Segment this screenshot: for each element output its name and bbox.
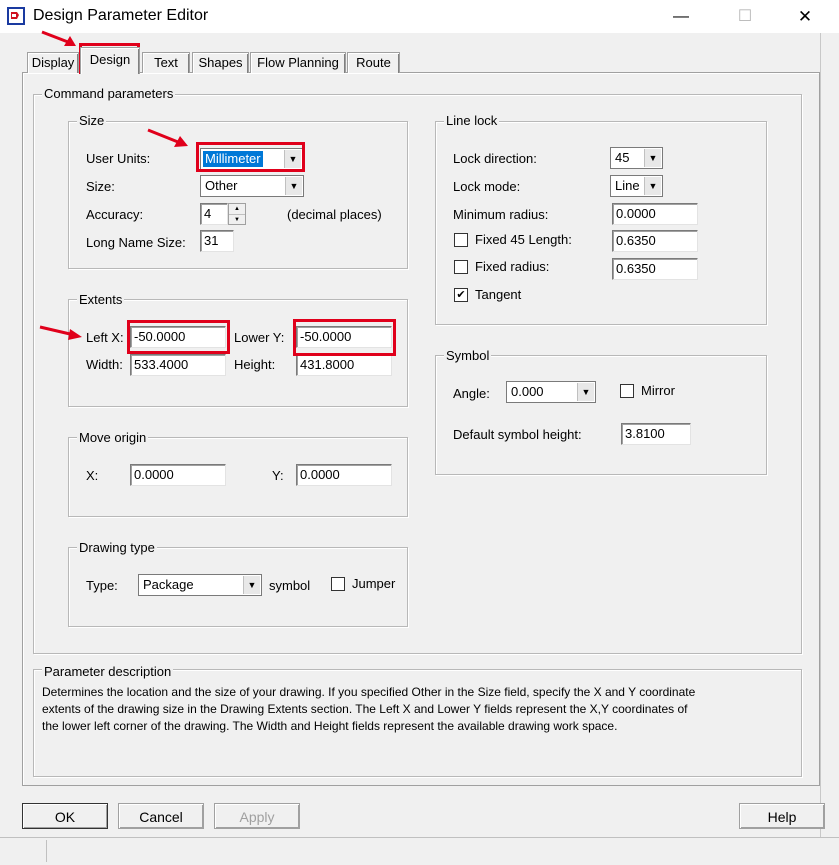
- angle-label: Angle:: [453, 386, 490, 401]
- description-line: extents of the drawing size in the Drawi…: [42, 702, 688, 716]
- chevron-down-icon[interactable]: ▼: [285, 177, 302, 195]
- drawing-type-label: Drawing type: [77, 540, 157, 555]
- status-bar: [0, 837, 839, 865]
- accuracy-label: Accuracy:: [86, 207, 144, 222]
- tab-display[interactable]: Display: [27, 52, 79, 73]
- jumper-label: Jumper: [352, 576, 396, 591]
- default-symbol-height-label: Default symbol height:: [453, 427, 582, 442]
- jumper-checkbox[interactable]: [331, 577, 345, 591]
- lock-direction-dropdown[interactable]: 45 ▼: [610, 147, 663, 169]
- symbol-suffix: symbol: [269, 578, 311, 593]
- mirror-checkbox[interactable]: [620, 384, 634, 398]
- help-button[interactable]: Help: [739, 803, 825, 829]
- chevron-down-icon[interactable]: ▼: [644, 149, 661, 167]
- accuracy-spinner[interactable]: ▲ ▼: [228, 203, 246, 225]
- chevron-down-icon[interactable]: ▼: [577, 383, 594, 401]
- origin-y-field[interactable]: 0.0000: [296, 464, 392, 486]
- apply-button[interactable]: Apply: [214, 803, 300, 829]
- tab-design[interactable]: Design: [80, 47, 140, 74]
- app-icon: [7, 7, 25, 25]
- arrow-icon: [40, 30, 80, 53]
- size-dropdown[interactable]: Other ▼: [200, 175, 304, 197]
- close-button[interactable]: ✕: [782, 0, 828, 33]
- ok-button[interactable]: OK: [22, 803, 108, 829]
- default-symbol-height-field[interactable]: 3.8100: [621, 423, 691, 445]
- user-units-label: User Units:: [86, 151, 151, 166]
- fixed-radius-field[interactable]: 0.6350: [612, 258, 698, 280]
- origin-x-label: X:: [86, 468, 99, 483]
- move-origin-label: Move origin: [77, 430, 149, 445]
- tab-route[interactable]: Route: [347, 52, 400, 73]
- scroll-strip: [820, 33, 839, 837]
- mirror-label: Mirror: [641, 383, 675, 398]
- parameter-description-label: Parameter description: [42, 664, 174, 679]
- chevron-down-icon[interactable]: ▼: [644, 177, 661, 195]
- fixed-45-length-label: Fixed 45 Length:: [475, 232, 572, 247]
- parameter-description-text: Determines the location and the size of …: [42, 684, 792, 735]
- fixed-45-length-field[interactable]: 0.6350: [612, 230, 698, 252]
- height-field[interactable]: 431.8000: [296, 354, 392, 376]
- angle-dropdown[interactable]: 0.000 ▼: [506, 381, 596, 403]
- tangent-label: Tangent: [475, 287, 522, 302]
- window-title: Design Parameter Editor: [33, 7, 209, 24]
- angle-value: 0.000: [511, 384, 544, 399]
- minimize-button[interactable]: —: [658, 0, 704, 33]
- type-label: Type:: [86, 578, 118, 593]
- description-line: Determines the location and the size of …: [42, 685, 696, 699]
- accuracy-suffix: (decimal places): [287, 207, 382, 222]
- line-lock-label: Line lock: [444, 113, 500, 128]
- size-value: Other: [205, 178, 238, 193]
- extents-group-label: Extents: [77, 292, 125, 307]
- lock-mode-dropdown[interactable]: Line ▼: [610, 175, 663, 197]
- lock-direction-value: 45: [615, 150, 630, 165]
- long-name-size-label: Long Name Size:: [86, 235, 186, 250]
- size-group-label: Size: [77, 113, 107, 128]
- tab-shapes[interactable]: Shapes: [192, 52, 249, 73]
- accuracy-field[interactable]: 4: [200, 203, 228, 225]
- size-label: Size:: [86, 179, 115, 194]
- left-x-highlight: [127, 320, 230, 354]
- lower-y-highlight: [293, 319, 396, 356]
- minimum-radius-label: Minimum radius:: [453, 207, 549, 222]
- lower-y-label: Lower Y:: [234, 330, 285, 345]
- height-label: Height:: [234, 357, 276, 372]
- symbol-group: [435, 355, 767, 475]
- fixed-radius-checkbox[interactable]: [454, 260, 468, 274]
- spin-down-icon[interactable]: ▼: [229, 215, 245, 225]
- arrow-icon: [38, 324, 84, 347]
- width-field[interactable]: 533.4000: [130, 354, 226, 376]
- minimum-radius-field[interactable]: 0.0000: [612, 203, 698, 225]
- command-parameters-label: Command parameters: [42, 86, 176, 101]
- fixed-45-length-checkbox[interactable]: [454, 233, 468, 247]
- tab-text[interactable]: Text: [142, 52, 190, 73]
- fixed-radius-label: Fixed radius:: [475, 259, 550, 274]
- width-label: Width:: [86, 357, 123, 372]
- lock-mode-label: Lock mode:: [453, 179, 521, 194]
- chevron-down-icon[interactable]: ▼: [243, 576, 260, 594]
- lock-direction-label: Lock direction:: [453, 151, 537, 166]
- symbol-group-label: Symbol: [444, 348, 492, 363]
- maximize-button[interactable]: ☐: [722, 0, 768, 33]
- description-line: the lower left corner of the drawing. Th…: [42, 719, 618, 733]
- origin-x-field[interactable]: 0.0000: [130, 464, 226, 486]
- cancel-button[interactable]: Cancel: [118, 803, 204, 829]
- lock-mode-value: Line: [615, 178, 640, 193]
- type-dropdown[interactable]: Package ▼: [138, 574, 262, 596]
- origin-y-label: Y:: [272, 468, 284, 483]
- left-x-label: Left X:: [86, 330, 124, 345]
- status-separator: [46, 840, 47, 862]
- tangent-checkbox[interactable]: ✔: [454, 288, 468, 302]
- spin-up-icon[interactable]: ▲: [229, 204, 245, 215]
- tab-flow-planning[interactable]: Flow Planning: [250, 52, 346, 73]
- user-units-highlight: [196, 142, 305, 172]
- long-name-size-field[interactable]: 31: [200, 230, 234, 252]
- type-value: Package: [143, 577, 194, 592]
- arrow-icon: [146, 128, 192, 153]
